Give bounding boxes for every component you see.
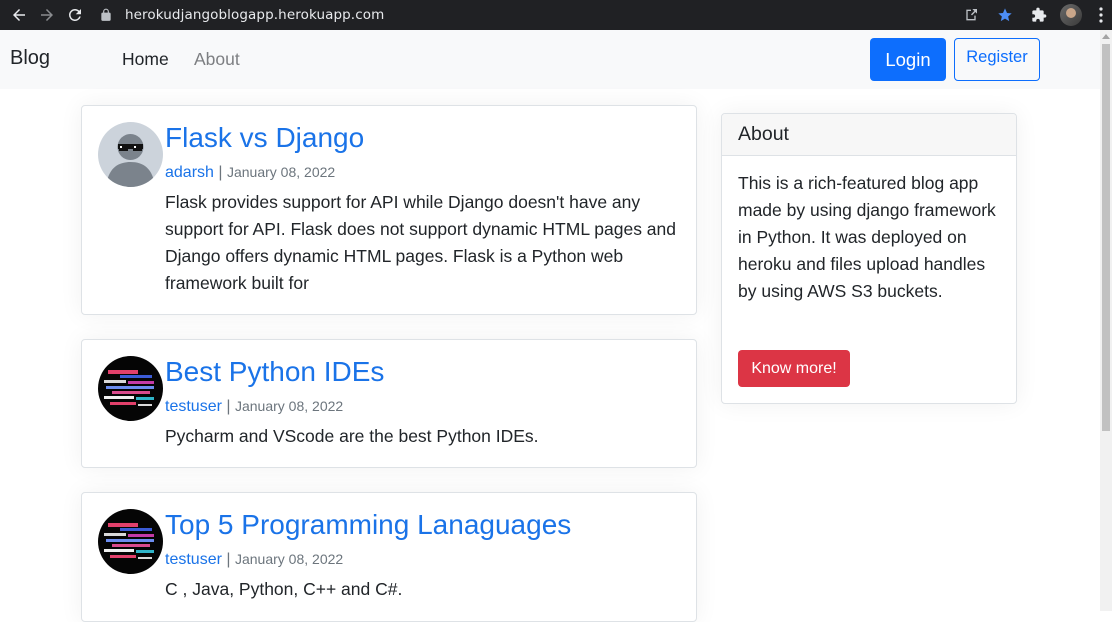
post-author-link[interactable]: testuser — [165, 398, 222, 415]
post-content: Flask provides support for API while Dja… — [165, 192, 677, 293]
default-avatar-sunglasses-icon — [98, 122, 163, 187]
post-author-link[interactable]: testuser — [165, 551, 222, 568]
back-arrow-icon[interactable] — [5, 3, 33, 27]
meta-separator: | — [218, 164, 227, 181]
post-meta: testuser | January 08, 2022 — [165, 398, 343, 416]
post-content: C , Java, Python, C++ and C#. — [165, 579, 403, 599]
brand-link[interactable]: Blog — [10, 47, 50, 70]
scrollbar-thumb[interactable] — [1102, 44, 1110, 431]
post-title-link[interactable]: Best Python IDEs — [165, 356, 384, 388]
post-meta: adarsh | January 08, 2022 — [165, 164, 335, 182]
about-sidebar-card: About This is a rich-featured blog app m… — [721, 113, 1017, 404]
profile-avatar[interactable] — [1060, 4, 1082, 26]
meta-separator: | — [226, 398, 235, 415]
reload-icon[interactable] — [61, 3, 89, 27]
lock-icon — [101, 8, 111, 21]
glitch-avatar-icon — [98, 509, 163, 574]
glitch-avatar-icon — [98, 356, 163, 421]
post-meta: testuser | January 08, 2022 — [165, 551, 343, 569]
post-content: Pycharm and VScode are the best Python I… — [165, 426, 539, 446]
know-more-button[interactable]: Know more! — [738, 350, 850, 387]
post-date: January 08, 2022 — [226, 164, 336, 180]
page-scrollbar[interactable] — [1100, 30, 1112, 611]
register-button[interactable]: Register — [954, 38, 1040, 81]
nav-about-link[interactable]: About — [194, 49, 240, 70]
site-navbar: Blog Home About Login Register — [0, 30, 1100, 89]
share-icon[interactable] — [954, 3, 988, 27]
scroll-up-arrow-icon[interactable] — [1102, 34, 1110, 39]
post-date: January 08, 2022 — [234, 551, 344, 567]
address-bar[interactable]: herokudjangoblogapp.herokuapp.com — [99, 7, 384, 23]
post-author-link[interactable]: adarsh — [165, 164, 214, 181]
post-title-link[interactable]: Flask vs Django — [165, 122, 364, 154]
browser-toolbar: herokudjangoblogapp.herokuapp.com — [0, 0, 1112, 30]
extensions-puzzle-icon[interactable] — [1022, 3, 1056, 27]
sidebar-heading: About — [722, 114, 1016, 156]
menu-kebab-icon[interactable] — [1090, 3, 1112, 27]
post-card: Flask vs Django adarsh | January 08, 202… — [81, 105, 697, 315]
nav-home-link[interactable]: Home — [122, 49, 169, 70]
post-date: January 08, 2022 — [234, 398, 344, 414]
login-button[interactable]: Login — [870, 38, 946, 81]
post-card: Best Python IDEs testuser | January 08, … — [81, 339, 697, 468]
post-card: Top 5 Programming Lanaguages testuser | … — [81, 492, 697, 622]
forward-arrow-icon[interactable] — [33, 3, 61, 27]
meta-separator: | — [226, 551, 235, 568]
bookmark-star-icon[interactable] — [988, 3, 1022, 27]
post-title-link[interactable]: Top 5 Programming Lanaguages — [165, 509, 571, 541]
sidebar-text: This is a rich-featured blog app made by… — [738, 173, 996, 301]
url-text: herokudjangoblogapp.herokuapp.com — [125, 7, 385, 23]
